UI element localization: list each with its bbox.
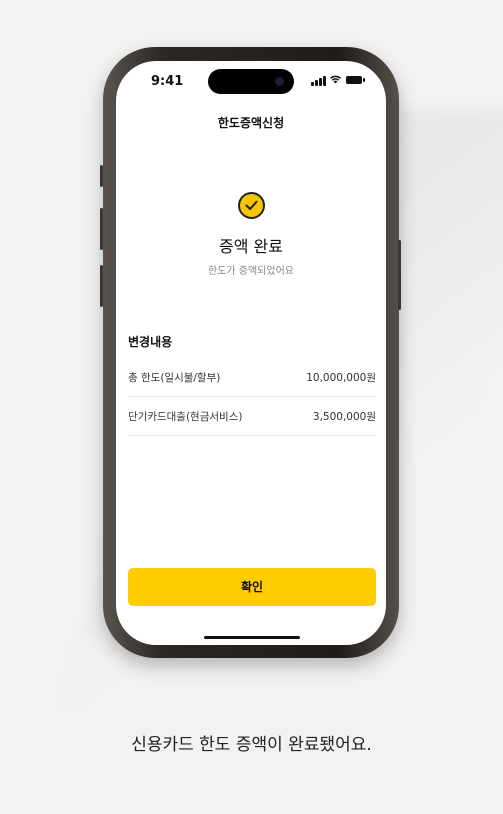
- row-value: 10,000,000원: [306, 372, 376, 384]
- camera-icon: [275, 77, 284, 86]
- phone-screen: 9:41 한도증액신청 증액 완료 한도가 증액되었어요 변경내용 총 한도(일…: [116, 61, 386, 645]
- confirm-button[interactable]: 확인: [128, 568, 376, 606]
- row-label: 총 한도(일시불/할부): [128, 372, 221, 384]
- phone-volume-up-button: [100, 208, 103, 250]
- phone-side-button: [100, 165, 103, 187]
- section-title: 변경내용: [128, 335, 173, 349]
- status-bar: 9:41: [116, 61, 386, 101]
- result-subtitle: 한도가 증액되었어요: [208, 266, 294, 277]
- caption-text: 신용카드 한도 증액이 완료됐어요.: [131, 735, 372, 755]
- status-time: 9:41: [151, 74, 184, 89]
- check-circle-icon: [238, 192, 265, 219]
- phone-power-button: [398, 240, 401, 310]
- battery-icon: [346, 76, 365, 84]
- row-label: 단기카드대출(현금서비스): [128, 411, 243, 423]
- wifi-icon: [329, 74, 342, 87]
- result-title: 증액 완료: [219, 237, 283, 256]
- dynamic-island: [208, 69, 294, 94]
- page-title: 한도증액신청: [217, 116, 285, 130]
- list-item: 단기카드대출(현금서비스) 3,500,000원: [128, 398, 376, 436]
- phone-volume-down-button: [100, 265, 103, 307]
- home-indicator[interactable]: [204, 636, 300, 639]
- signal-icon: [311, 76, 327, 86]
- row-value: 3,500,000원: [312, 411, 376, 423]
- list-item: 총 한도(일시불/할부) 10,000,000원: [128, 359, 376, 397]
